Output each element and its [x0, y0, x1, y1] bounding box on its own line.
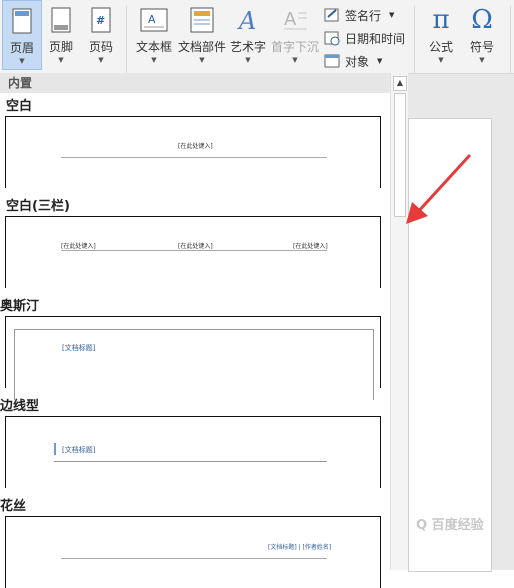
wordart-button[interactable]: A 艺术字 ▼: [228, 0, 268, 70]
section-title-filigree: 花丝: [0, 499, 27, 514]
header-page-icon: [12, 7, 32, 35]
placeholder-text-right: [在此处键入]: [293, 243, 328, 250]
section-title-sideline: 边线型: [0, 399, 40, 414]
drop-cap-button[interactable]: A 首字下沉 ▼: [270, 0, 320, 70]
page-number-icon: #: [91, 6, 111, 34]
omega-icon: Ω: [471, 5, 493, 35]
section-title-blank-three-column: 空白(三栏): [6, 199, 70, 214]
chevron-down-icon: ▼: [377, 57, 383, 65]
placeholder-text: [文档标题] | [作者姓名]: [268, 544, 332, 551]
date-time-button[interactable]: 日期和时间: [323, 27, 405, 49]
textbox-button[interactable]: A 文本框 ▼: [132, 0, 176, 70]
svg-text:A: A: [284, 9, 297, 30]
quick-parts-button[interactable]: 文档部件 ▼: [176, 0, 228, 70]
signature-line-button[interactable]: 签名行 ▼: [323, 4, 394, 26]
chevron-down-icon: ▼: [58, 56, 64, 64]
page-number-button[interactable]: # 页码 ▼: [84, 0, 118, 70]
section-title-austin: 奥斯汀: [0, 299, 40, 314]
svg-text:#: #: [96, 14, 105, 27]
gallery-item-blank[interactable]: [在此处键入]: [5, 116, 381, 188]
header-button[interactable]: 页眉 ▼: [2, 0, 42, 70]
chevron-down-icon: ▼: [245, 56, 251, 64]
date-time-icon: [323, 30, 341, 46]
chevron-down-icon: ▼: [98, 56, 104, 64]
gallery-item-austin[interactable]: [文档标题]: [5, 316, 381, 400]
equation-button[interactable]: π 公式 ▼: [422, 0, 460, 70]
symbol-button[interactable]: Ω 符号 ▼: [462, 0, 502, 70]
gallery-item-blank-three-column[interactable]: [在此处键入] [在此处键入] [在此处键入]: [5, 216, 381, 288]
vertical-scrollbar[interactable]: ▲: [390, 73, 408, 570]
header-rule: [54, 461, 327, 462]
gallery-item-sideline[interactable]: [文档标题]: [5, 416, 381, 488]
chevron-down-icon: ▼: [151, 56, 157, 64]
chevron-down-icon: ▼: [19, 57, 25, 65]
gallery-category-header: 内置: [0, 73, 390, 93]
placeholder-text: [在此处键入]: [178, 143, 213, 150]
object-icon: [323, 53, 341, 69]
placeholder-text-center: [在此处键入]: [178, 243, 213, 250]
placeholder-text: [文档标题]: [62, 344, 96, 352]
textbox-icon: A: [140, 6, 168, 34]
signature-line-icon: [323, 7, 341, 23]
footer-page-icon: [51, 6, 71, 34]
wordart-icon: A: [236, 6, 260, 34]
chevron-down-icon: ▼: [479, 56, 485, 64]
header-gallery-dropdown: 内置 ▲ 空白 [在此处键入] 空白(三栏) [在此处键入] [在此处键入] […: [0, 73, 408, 588]
footer-button[interactable]: 页脚 ▼: [44, 0, 78, 70]
header-rule: [61, 157, 327, 158]
chevron-down-icon: ▼: [199, 56, 205, 64]
red-arrow-annotation: [406, 153, 472, 224]
header-rule: [61, 250, 327, 251]
page-border-frame: [14, 329, 374, 400]
svg-text:A: A: [237, 7, 256, 33]
chevron-down-icon: ▼: [389, 11, 395, 19]
drop-cap-icon: A: [282, 6, 308, 34]
pi-icon: π: [432, 5, 450, 35]
object-button[interactable]: 对象 ▼: [323, 50, 382, 72]
ribbon: 页眉 ▼ 页脚 ▼ # 页码 ▼ A 文本框 ▼ 文档部件 ▼ A 艺术字 ▼ …: [0, 0, 514, 88]
quick-parts-icon: [190, 6, 214, 34]
chevron-down-icon: ▼: [438, 56, 444, 64]
scroll-up-arrow-icon[interactable]: ▲: [393, 76, 407, 91]
section-title-blank: 空白: [6, 99, 33, 114]
watermark: Q 百度经验: [416, 518, 484, 533]
placeholder-text: [文档标题]: [62, 446, 96, 454]
chevron-down-icon: ▼: [292, 56, 298, 64]
header-rule: [61, 558, 327, 559]
side-accent-bar: [54, 443, 56, 455]
placeholder-text-left: [在此处键入]: [61, 243, 96, 250]
gallery-item-filigree[interactable]: [文档标题] | [作者姓名]: [5, 516, 381, 588]
svg-text:A: A: [148, 13, 156, 26]
